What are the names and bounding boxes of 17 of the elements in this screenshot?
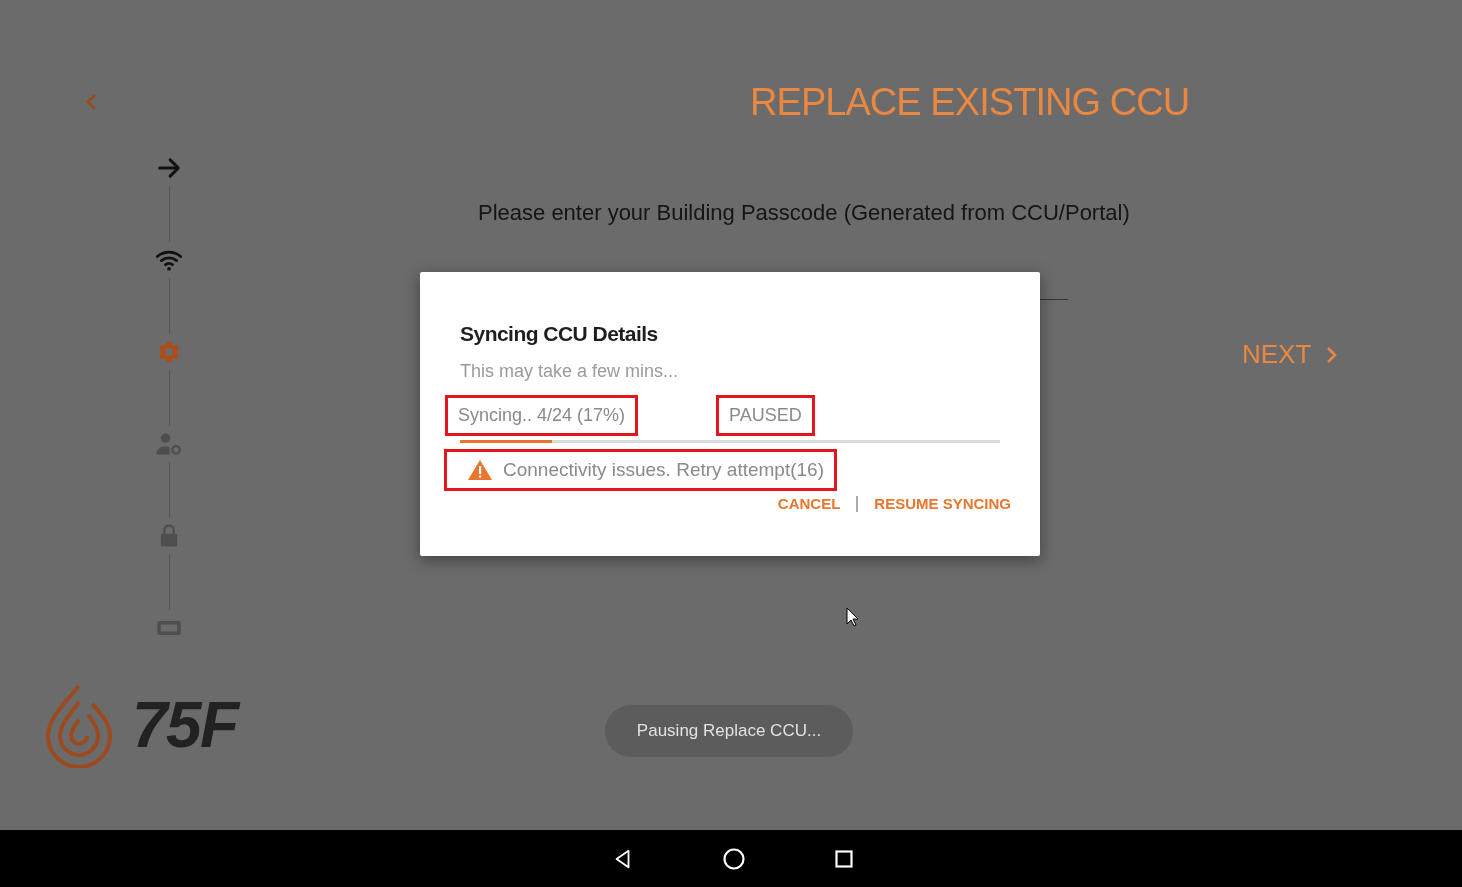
sync-state-text: PAUSED [729, 403, 802, 427]
sync-progress-text: Syncing.. 4/24 (17%) [458, 403, 626, 427]
passcode-prompt: Please enter your Building Passcode (Generated from CCU/Portal) [478, 199, 1131, 227]
recents-square-icon[interactable] [834, 848, 854, 869]
logo-text: 75F [132, 693, 238, 757]
toast-message: Pausing Replace CCU... [605, 705, 853, 757]
warning-text: Connectivity issues. Retry attempt(16) [503, 457, 824, 482]
mouse-cursor-icon [846, 607, 860, 627]
home-circle-icon[interactable] [722, 846, 746, 871]
page-title: REPLACE EXISTING CCU [750, 79, 1190, 125]
next-button[interactable]: NEXT [1242, 335, 1338, 374]
chevron-right-icon [1325, 345, 1338, 364]
dialog-subtitle: This may take a few mins... [460, 359, 680, 383]
warning-icon [467, 458, 493, 481]
dialog-title: Syncing CCU Details [460, 321, 659, 347]
cancel-button[interactable]: CANCEL [777, 493, 841, 516]
resume-button[interactable]: RESUME SYNCING [874, 493, 1011, 516]
